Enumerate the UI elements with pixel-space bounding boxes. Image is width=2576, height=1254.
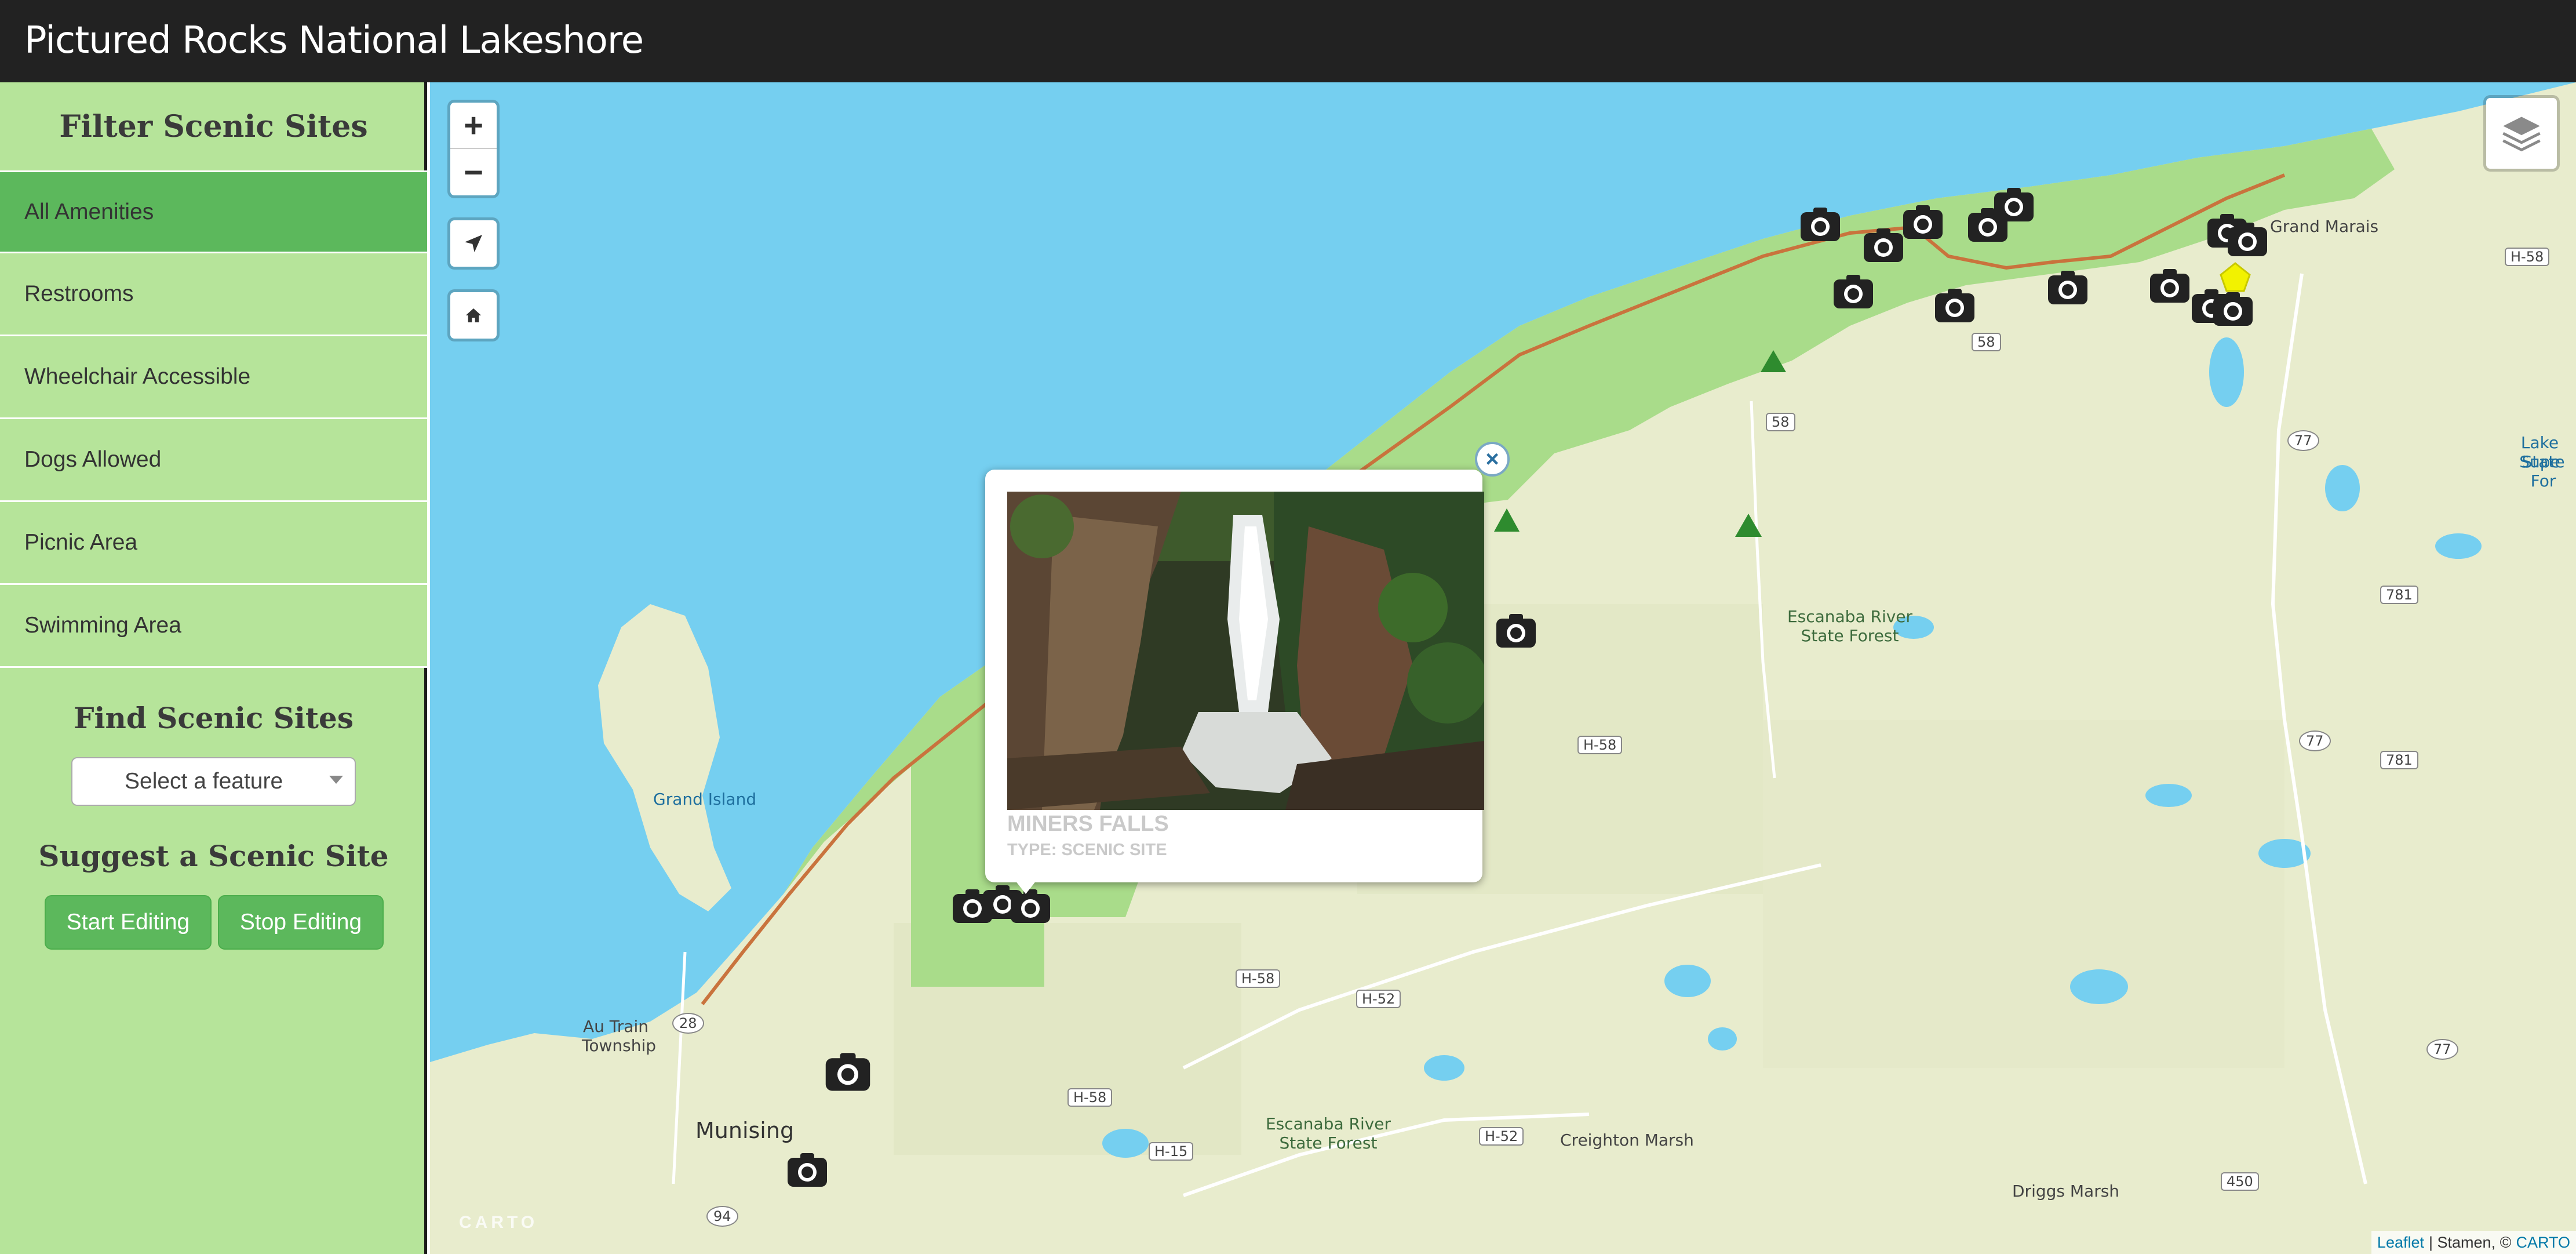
label-creighton-marsh: Creighton Marsh: [1560, 1131, 1694, 1150]
grand-island: [598, 604, 731, 911]
label-escanaba-1b: State Forest: [1801, 626, 1899, 645]
label-escanaba-1a: Escanaba River: [1787, 607, 1913, 626]
road-shield: 94: [706, 1206, 738, 1227]
road-shield: H-52: [1356, 990, 1401, 1008]
suggest-heading: Suggest a Scenic Site: [38, 839, 389, 873]
find-heading: Find Scenic Sites: [74, 701, 354, 735]
road-shield: 77: [2426, 1039, 2458, 1060]
label-lake-superior-b: State For: [2522, 452, 2565, 490]
label-driggs-marsh: Driggs Marsh: [2012, 1182, 2120, 1201]
navigation-arrow-icon: [450, 220, 497, 267]
header: Pictured Rocks National Lakeshore: [0, 0, 2576, 82]
start-editing-button[interactable]: Start Editing: [45, 895, 212, 950]
label-au-train-b: Township: [582, 1036, 657, 1055]
site-popup: MINERS FALLS TYPE: SCENIC SITE ×: [985, 442, 1510, 967]
filter-picnic-area[interactable]: Picnic Area: [0, 502, 427, 585]
leaflet-link[interactable]: Leaflet: [2377, 1234, 2424, 1252]
popup-site-name: MINERS FALLS: [1007, 812, 1169, 836]
road-shield: H-52: [1479, 1127, 1524, 1146]
filter-wheelchair-accessible[interactable]: Wheelchair Accessible: [0, 336, 427, 419]
zoom-in-button[interactable]: +: [450, 103, 497, 149]
label-grand-marais: Grand Marais: [2270, 217, 2379, 236]
zoom-out-button[interactable]: −: [450, 149, 497, 195]
map-attribution: Leaflet | Stamen, © CARTO: [2371, 1231, 2576, 1254]
camera-icon[interactable]: [2212, 291, 2254, 328]
road-shield: 28: [672, 1013, 704, 1034]
attribution-text: | Stamen, ©: [2429, 1233, 2512, 1251]
road-shield: 58: [1766, 413, 1795, 431]
camera-icon[interactable]: [1832, 274, 1874, 311]
road-shield: 77: [2287, 430, 2319, 451]
camera-icon[interactable]: [786, 1152, 828, 1189]
popup-card: MINERS FALLS TYPE: SCENIC SITE: [985, 470, 1484, 882]
camera-icon[interactable]: [1993, 187, 2035, 224]
sidebar: Filter Scenic Sites All Amenities Restro…: [0, 82, 427, 1254]
camera-icon[interactable]: [824, 1052, 872, 1093]
filter-swimming-area[interactable]: Swimming Area: [0, 585, 427, 668]
layers-icon: [2486, 98, 2557, 169]
label-grand-island: Grand Island: [653, 790, 757, 809]
home-button[interactable]: [447, 289, 500, 341]
road-shield: H-15: [1149, 1142, 1194, 1161]
popup-tip: [1013, 878, 1039, 894]
zoom-control: + −: [447, 100, 500, 198]
road-shield: 781: [2380, 751, 2418, 769]
map[interactable]: Grand Marais Escanaba River State Forest…: [430, 82, 2576, 1254]
camera-icon[interactable]: [2227, 221, 2268, 259]
label-au-train-a: Au Train: [583, 1017, 648, 1036]
filter-list: All Amenities Restrooms Wheelchair Acces…: [0, 170, 427, 668]
filter-all-amenities[interactable]: All Amenities: [0, 170, 427, 253]
carto-link[interactable]: CARTO: [2516, 1234, 2570, 1252]
road-shield: H-58: [1067, 1088, 1113, 1107]
chevron-down-icon: [329, 776, 343, 784]
label-escanaba-2a: Escanaba River: [1265, 1114, 1391, 1133]
feature-select[interactable]: Select a feature: [71, 757, 356, 806]
home-icon: [450, 292, 497, 339]
road-shield: 58: [1972, 333, 2001, 351]
road-shield: 781: [2380, 586, 2418, 604]
feature-select-value: Select a feature: [125, 769, 283, 794]
road-shield: H-58: [2505, 248, 2550, 266]
popup-site-type: TYPE: SCENIC SITE: [1007, 841, 1167, 859]
camera-icon[interactable]: [1934, 288, 1976, 325]
road-shield: H-58: [1236, 969, 1281, 988]
stop-editing-button[interactable]: Stop Editing: [218, 895, 384, 950]
carto-logo: CARTO: [459, 1213, 538, 1232]
camera-icon[interactable]: [1799, 206, 1841, 243]
camera-icon[interactable]: [1495, 613, 1537, 650]
filter-restrooms[interactable]: Restrooms: [0, 253, 427, 336]
label-munising: Munising: [695, 1118, 795, 1143]
layers-button[interactable]: [2483, 95, 2560, 172]
road-shield: 450: [2221, 1172, 2259, 1191]
road-shield: H-58: [1577, 736, 1623, 754]
filter-dogs-allowed[interactable]: Dogs Allowed: [0, 419, 427, 502]
camera-icon[interactable]: [2149, 268, 2191, 305]
label-escanaba-2b: State Forest: [1279, 1133, 1378, 1153]
close-icon[interactable]: ×: [1475, 442, 1510, 477]
locate-button[interactable]: [447, 217, 500, 270]
filter-heading: Filter Scenic Sites: [59, 109, 368, 144]
camera-icon[interactable]: [1863, 227, 1904, 264]
camera-icon[interactable]: [1902, 204, 1944, 241]
road-shield: 77: [2299, 730, 2331, 751]
page-title: Pictured Rocks National Lakeshore: [24, 19, 644, 62]
app-root: Pictured Rocks National Lakeshore Filter…: [0, 0, 2576, 1254]
miners-falls-photo: [1007, 492, 1484, 810]
camera-icon[interactable]: [2047, 270, 2089, 307]
